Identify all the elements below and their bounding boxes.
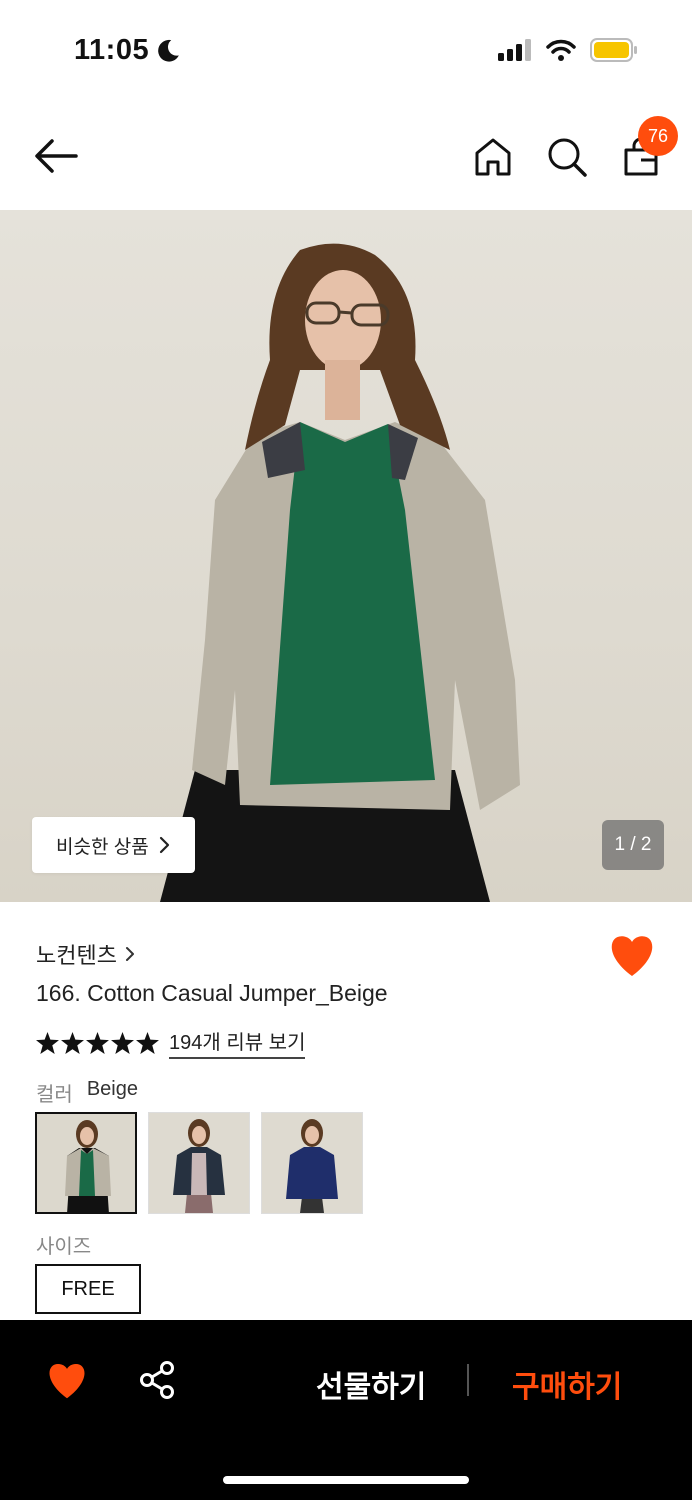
home-button[interactable] <box>470 134 516 180</box>
star-icon <box>36 1031 59 1054</box>
moon-icon <box>158 39 179 62</box>
heart-icon <box>49 1363 85 1399</box>
cart-count-badge: 76 <box>638 116 678 156</box>
wishlist-button[interactable] <box>608 934 656 978</box>
buy-button[interactable]: 구매하기 <box>512 1362 622 1406</box>
color-swatch-black[interactable] <box>148 1112 250 1214</box>
bottom-action-bar: 선물하기 구매하기 <box>0 1320 692 1500</box>
divider <box>467 1364 469 1396</box>
home-indicator <box>223 1476 469 1484</box>
share-icon <box>140 1361 174 1399</box>
status-bar: 11:05 <box>0 0 692 100</box>
color-value: Beige <box>86 1078 138 1100</box>
color-label: 컬러 <box>36 1084 73 1106</box>
product-main-image[interactable] <box>0 210 692 902</box>
color-swatches <box>35 1112 363 1214</box>
chevron-right-icon <box>159 836 169 854</box>
star-icon <box>136 1031 159 1054</box>
heart-icon <box>611 936 653 976</box>
back-button[interactable] <box>32 136 80 176</box>
star-icon <box>86 1031 109 1054</box>
search-button[interactable] <box>544 134 590 180</box>
share-button[interactable] <box>138 1360 178 1400</box>
status-time: 11:05 <box>74 34 181 67</box>
swatch-image-black <box>149 1113 249 1213</box>
clock-text: 11:05 <box>74 34 150 66</box>
similar-products-label: 비슷한 상품 <box>56 836 149 858</box>
image-pager: 1 / 2 <box>602 820 664 870</box>
swatch-image-beige <box>37 1114 135 1212</box>
star-rating <box>36 1031 159 1054</box>
top-nav <box>0 100 692 210</box>
brand-link[interactable]: 노컨텐츠 <box>36 938 135 970</box>
swatch-image-navy <box>262 1113 362 1213</box>
bottom-wishlist-button[interactable] <box>46 1362 88 1400</box>
star-icon <box>61 1031 84 1054</box>
rating-row: 194개 리뷰 보기 <box>36 1026 306 1059</box>
model-photo <box>160 243 520 902</box>
color-swatch-beige[interactable] <box>35 1112 137 1214</box>
search-icon <box>548 138 587 177</box>
similar-products-button[interactable]: 비슷한 상품 <box>32 817 195 873</box>
signal-icon <box>498 39 531 61</box>
arrow-left-icon <box>35 139 78 173</box>
color-swatch-navy[interactable] <box>261 1112 363 1214</box>
star-icon <box>111 1031 134 1054</box>
home-icon <box>475 138 511 176</box>
brand-name: 노컨텐츠 <box>36 943 117 968</box>
wifi-icon <box>546 39 576 61</box>
chevron-right-icon <box>125 947 134 961</box>
status-indicators <box>498 38 638 62</box>
size-option-free[interactable]: FREE <box>35 1264 141 1314</box>
battery-icon <box>590 38 637 62</box>
gift-button[interactable]: 선물하기 <box>316 1362 426 1406</box>
review-link[interactable]: 194개 리뷰 보기 <box>169 1026 306 1059</box>
product-title: 166. Cotton Casual Jumper_Beige <box>36 980 388 1006</box>
color-row: 컬러 Beige <box>36 1078 138 1107</box>
size-label: 사이즈 <box>36 1236 92 1258</box>
